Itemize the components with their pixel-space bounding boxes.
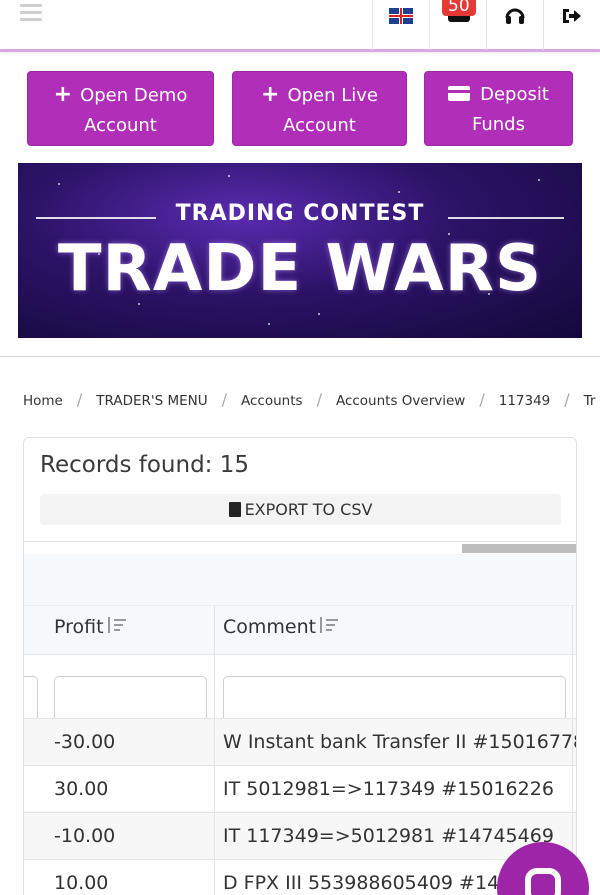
breadcrumb-separator: / (76, 390, 83, 409)
column-divider (214, 605, 215, 895)
breadcrumb-home[interactable]: Home (23, 393, 63, 409)
open-demo-account-button[interactable]: + Open Demo Account (27, 71, 214, 146)
profit-cell: -10.00 (54, 825, 116, 847)
transactions-table: Profit Comment -30.00 W Instant bank Tra… (24, 554, 577, 895)
profit-cell: 10.00 (54, 872, 109, 894)
comment-cell: W Instant bank Transfer II #15016778 (223, 731, 577, 753)
breadcrumb: Home / TRADER'S MENU / Accounts / Accounts Ove… (23, 388, 600, 412)
comment-header-label: Comment (223, 616, 317, 638)
deposit-funds-button[interactable]: Deposit Funds (424, 71, 573, 146)
open-live-account-button[interactable]: + Open Live Account (232, 71, 407, 146)
comment-cell: IT 117349=>5012981 #14745469 (223, 825, 554, 847)
support-button[interactable] (486, 0, 543, 50)
banner-title: TRADE WARS (57, 232, 543, 306)
top-bar: 50 (0, 0, 600, 52)
messages-button[interactable]: 50 (429, 0, 486, 50)
table-row[interactable]: -10.00 IT 117349=>5012981 #14745469 (24, 812, 576, 858)
breadcrumb-separator: / (316, 390, 322, 409)
top-icons: 50 (372, 0, 600, 50)
open-demo-label: Open Demo (80, 85, 188, 106)
profit-column-header[interactable]: Profit (54, 616, 128, 638)
file-download-icon (228, 502, 241, 517)
breadcrumb-current: Tr (583, 393, 596, 409)
sort-icon (107, 617, 128, 635)
breadcrumb-traders-menu[interactable]: TRADER'S MENU (96, 393, 207, 409)
plus-icon: + (53, 82, 73, 107)
logout-icon (563, 9, 581, 23)
chat-icon (525, 868, 561, 895)
table-row[interactable]: 10.00 D FPX III 553988605409 #147 (24, 859, 576, 895)
deposit-label: Deposit (480, 84, 549, 105)
comment-cell: IT 5012981=>117349 #15016226 (223, 778, 554, 800)
credit-card-icon (448, 86, 471, 101)
records-count: Records found: 15 (40, 452, 250, 478)
breadcrumb-separator: / (564, 390, 570, 409)
plus-icon: + (261, 82, 280, 107)
language-button[interactable] (372, 0, 429, 50)
open-live-label-2: Account (283, 115, 356, 136)
notification-badge: 50 (442, 0, 476, 16)
sort-icon (320, 617, 340, 635)
breadcrumb-separator: / (221, 390, 228, 409)
export-csv-label: EXPORT TO CSV (244, 500, 373, 519)
breadcrumb-account-number[interactable]: 117349 (499, 393, 551, 409)
breadcrumb-accounts[interactable]: Accounts (241, 393, 303, 409)
breadcrumb-accounts-overview[interactable]: Accounts Overview (336, 393, 465, 409)
menu-icon[interactable] (20, 4, 42, 22)
logout-button[interactable] (543, 0, 600, 50)
table-row[interactable]: -30.00 W Instant bank Transfer II #15016… (24, 718, 577, 764)
profit-header-label: Profit (54, 616, 104, 638)
open-live-label: Open Live (287, 85, 378, 106)
export-csv-button[interactable]: EXPORT TO CSV (40, 494, 561, 525)
uk-flag-icon (389, 8, 413, 24)
panel-divider (24, 541, 576, 542)
trading-contest-banner[interactable]: TRADING CONTEST TRADE WARS (18, 163, 582, 338)
comment-column-header[interactable]: Comment (223, 616, 340, 638)
deposit-label-2: Funds (472, 114, 525, 135)
comment-cell: D FPX III 553988605409 #147 (223, 872, 512, 894)
breadcrumb-separator: / (479, 390, 485, 409)
horizontal-scrollbar[interactable] (462, 544, 576, 553)
profit-cell: -30.00 (54, 731, 116, 753)
banner-subtitle: TRADING CONTEST (175, 201, 425, 226)
headset-icon (505, 8, 525, 24)
profit-cell: 30.00 (54, 778, 109, 800)
open-demo-label-2: Account (84, 115, 157, 136)
table-row[interactable]: 30.00 IT 5012981=>117349 #15016226 (24, 765, 576, 811)
records-panel: Records found: 15 EXPORT TO CSV Profit C… (23, 437, 577, 895)
section-divider (0, 356, 600, 357)
